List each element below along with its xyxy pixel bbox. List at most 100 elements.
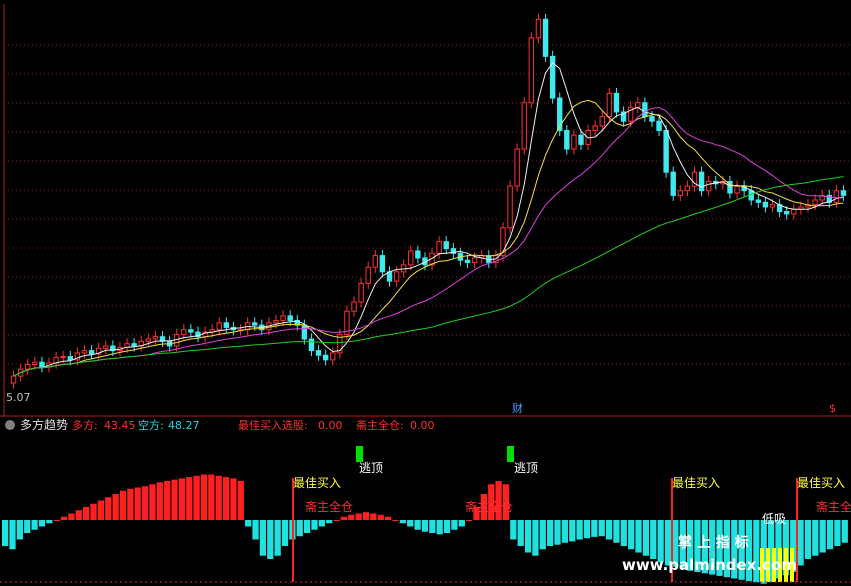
indicator-bar <box>650 520 657 559</box>
indicator-bar <box>38 520 46 527</box>
candle-body <box>613 92 620 113</box>
best-buy-annotation-1: 最佳买入 <box>293 476 341 490</box>
indicator-bar <box>112 494 119 520</box>
indicator-bar <box>259 520 267 556</box>
indicator-bar <box>318 520 325 527</box>
bear-label: 空方: <box>138 418 164 432</box>
indicator-bar <box>252 520 259 540</box>
candle-body <box>592 125 598 131</box>
candle-body <box>280 315 286 321</box>
indicator-bar <box>561 520 569 543</box>
candlesticks <box>10 13 847 389</box>
candle-body <box>769 204 776 208</box>
indicator-bar <box>171 479 178 520</box>
indicator-bar <box>532 520 539 556</box>
indicator-bar <box>819 520 826 553</box>
best-buy-value: 0.00 <box>318 419 343 432</box>
candle-body <box>535 18 542 39</box>
candle-body <box>188 329 194 333</box>
indicator-bar <box>517 520 524 546</box>
collapse-icon[interactable] <box>5 420 15 430</box>
candle-body <box>471 257 478 264</box>
candle-body <box>415 250 421 259</box>
indicator-bar <box>340 516 348 520</box>
candle-body <box>301 324 308 340</box>
indicator-bar <box>16 520 23 540</box>
bear-value: 48.27 <box>168 419 200 432</box>
indicator-bar <box>53 520 60 521</box>
candle-body <box>684 185 691 192</box>
indicator-bar <box>245 520 252 527</box>
indicator-bar <box>326 520 333 524</box>
candle-body <box>322 354 329 361</box>
candle-body <box>507 185 513 229</box>
candle-body <box>649 116 655 122</box>
indicator-bar <box>797 520 804 566</box>
indicator-bar <box>635 520 642 553</box>
indicator-bar <box>429 520 436 533</box>
indicator-bar <box>296 520 303 537</box>
escape-top-marker <box>356 446 363 462</box>
best-buy-annotation-3: 最佳买入 <box>797 476 845 490</box>
candle-body <box>599 116 605 127</box>
escape-top-label-2: 逃顶 <box>514 461 538 475</box>
indicator-bar <box>141 486 149 520</box>
escape-top-marker <box>507 446 514 462</box>
low-buy-annotation: 低吸 <box>762 512 786 526</box>
watermark-site: www.palmindex.com <box>622 556 797 574</box>
best-buy-label: 最佳买入选股: <box>238 418 308 432</box>
finance-marker[interactable]: 财 <box>512 401 523 415</box>
candle-body <box>677 190 684 196</box>
indicator-bar <box>83 507 90 520</box>
bull-label: 多方: <box>72 418 98 432</box>
candle-body <box>181 329 187 335</box>
indicator-bar <box>31 520 38 530</box>
indicator-bar <box>407 520 414 527</box>
indicator-bar <box>576 520 583 540</box>
indicator-bar <box>554 520 561 545</box>
candle-body <box>351 301 357 312</box>
candle-body <box>358 282 364 303</box>
indicator-bar <box>804 520 812 559</box>
candle-body <box>103 345 109 349</box>
indicator-bar <box>583 520 591 539</box>
watermark-text: 掌 上 指 标 <box>678 534 749 551</box>
indicator-bar <box>642 520 650 556</box>
indicator-bar <box>149 484 156 520</box>
indicator-bar <box>355 513 362 520</box>
indicator-bar <box>451 520 458 530</box>
indicator-bar <box>156 482 163 520</box>
indicator-bar <box>605 520 613 540</box>
indicator-bar <box>569 520 576 542</box>
indicator-bar <box>164 481 171 520</box>
indicator-bar <box>547 520 554 546</box>
indicator-bar <box>421 520 429 532</box>
candle-body <box>308 338 315 352</box>
indicator-bar <box>134 487 141 520</box>
stock-chart: 5.07 财 $ 多方趋势 多方: 43.45 空方: 48.27 最佳买入选股… <box>0 4 851 584</box>
candle-body <box>521 102 527 150</box>
candle-body <box>273 319 279 324</box>
indicator-bar <box>127 488 134 520</box>
indicator-bar <box>222 477 230 520</box>
indicator-bar <box>119 490 127 520</box>
indicator-bar <box>613 520 620 543</box>
candle-body <box>39 361 45 368</box>
ma-line-ma20 <box>13 106 844 377</box>
candle-body <box>784 211 790 215</box>
candle-body <box>223 322 230 328</box>
indicator-bar <box>193 475 200 520</box>
candle-body <box>528 37 535 104</box>
indicator-bar <box>97 500 105 520</box>
low-price-label: 5.07 <box>6 391 31 404</box>
indicator-bar <box>2 520 9 546</box>
dollar-marker[interactable]: $ <box>829 402 836 415</box>
indicator-bar <box>274 520 281 556</box>
indicator-title: 多方趋势 <box>20 417 68 432</box>
indicator-bar <box>215 475 222 520</box>
candle-body <box>833 190 840 203</box>
candle-body <box>287 315 293 321</box>
candle-body <box>81 350 88 354</box>
indicator-bar <box>834 520 841 546</box>
candle-body <box>571 134 577 150</box>
